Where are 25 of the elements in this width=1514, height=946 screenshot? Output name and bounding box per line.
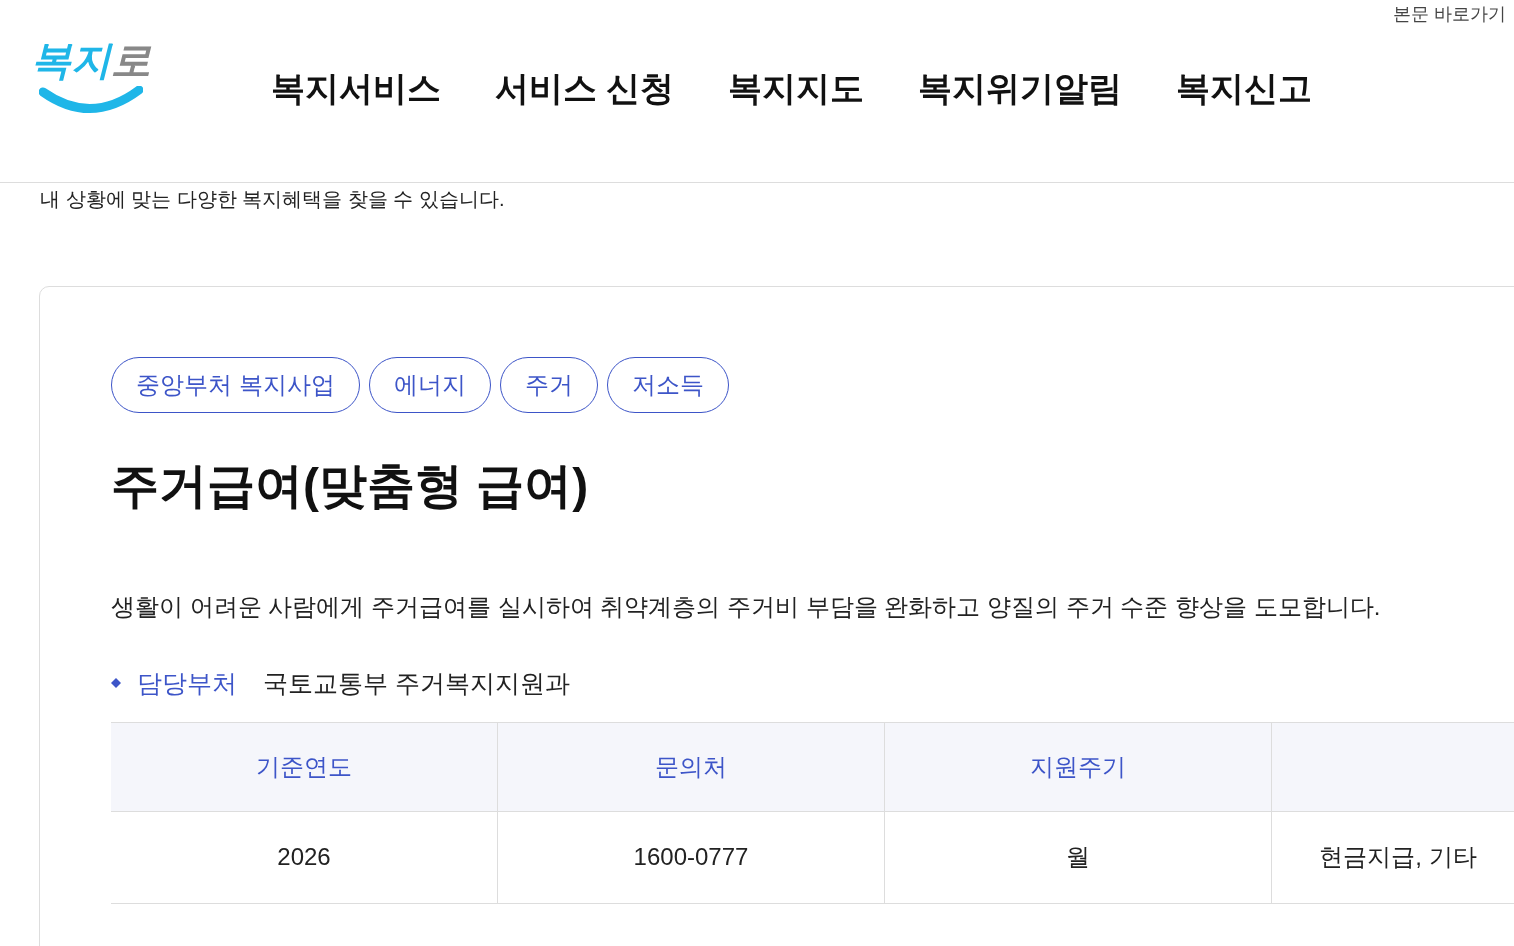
category-tag[interactable]: 주거 [499,357,598,413]
column-header: 기준연도 [111,722,498,812]
nav-link[interactable]: 서비스 신청 [495,66,675,112]
table-cell: 월 [884,811,1272,904]
department-label: 담당부처 [137,667,237,699]
nav-link[interactable]: 복지위기알림 [918,66,1123,112]
table-cell: 현금지급, 기타 [1271,811,1514,904]
smile-logo-icon [39,86,143,116]
diamond-icon [111,678,121,689]
table-cell: 1600-0777 [497,811,885,904]
column-header: 문의처 [497,722,885,812]
nav-link[interactable]: 복지신고 [1176,66,1313,112]
category-tag[interactable]: 중앙부처 복지사업 [111,357,360,413]
category-tag[interactable]: 저소득 [606,357,729,413]
nav-link[interactable]: 복지서비스 [271,66,441,112]
category-tag[interactable]: 에너지 [368,357,491,413]
table-cell: 2026 [111,811,498,904]
logo-text[interactable]: 복지로 [31,40,151,80]
department-value: 국토교통부 주거복지지원과 [263,667,570,699]
service-title: 주거급여(맞춤형 급여) [111,458,590,514]
column-header: 지원주기 [884,722,1272,812]
service-description: 생활이 어려운 사람에게 주거급여를 실시하여 취약계층의 주거비 부담을 완화하고 양질의 주거 수준 향상을 도모합니다. [111,591,1382,622]
nav-link[interactable]: 복지지도 [728,66,865,112]
skip-link[interactable]: 본문 바로가기 [1393,2,1506,26]
intro-text: 내 상황에 맞는 다양한 복지혜택을 찾을 수 있습니다. [40,187,506,212]
